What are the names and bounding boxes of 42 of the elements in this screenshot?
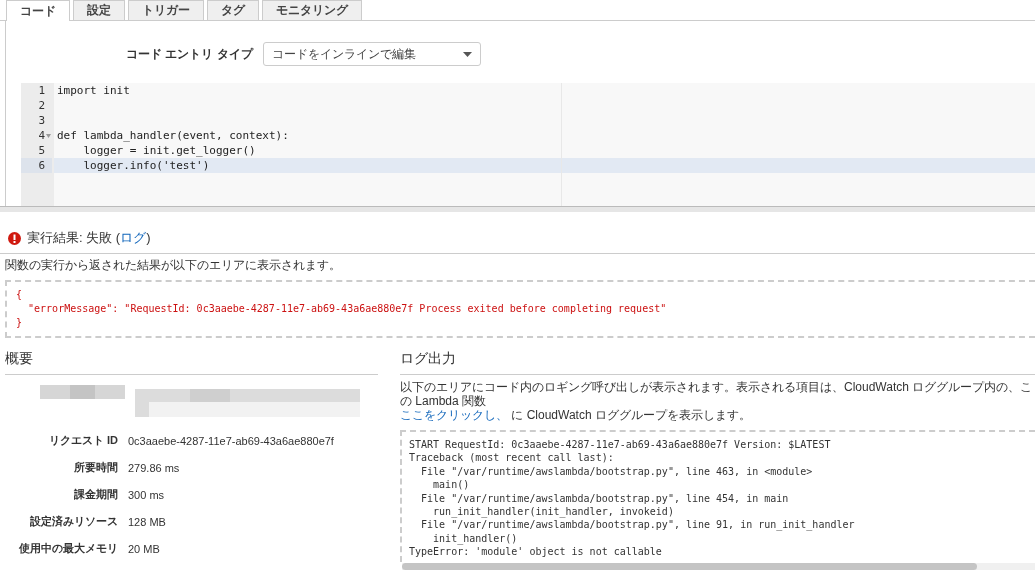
tab[interactable]: コード bbox=[6, 0, 70, 21]
code-line: def lambda_handler(event, context): bbox=[56, 128, 289, 143]
entry-type-label: コード エントリ タイプ bbox=[126, 45, 253, 63]
tab[interactable]: トリガー bbox=[128, 0, 204, 20]
summary-label: リクエスト ID bbox=[47, 433, 119, 448]
error-icon bbox=[8, 231, 21, 245]
summary-value: 128 MB bbox=[128, 515, 166, 528]
tab[interactable]: 設定 bbox=[73, 0, 125, 20]
tab[interactable]: タグ bbox=[207, 0, 259, 20]
code-line: logger.info('test') bbox=[82, 158, 210, 173]
summary-label: 使用中の最大メモリ bbox=[18, 541, 119, 556]
summary-value: 0c3aaebe-4287-11e7-ab69-43a6ae880e7f bbox=[128, 434, 334, 447]
code-line: logger = init.get_logger() bbox=[82, 143, 256, 158]
log-description: 以下のエリアにコード内のロギング呼び出しが表示されます。表示される項目は、CloudWatch ロググループ内の、この Lambda 関数 bbox=[400, 380, 1034, 408]
caret-icon bbox=[462, 51, 472, 57]
summary-label: 設定済みリソース bbox=[29, 514, 119, 529]
resize-handle[interactable] bbox=[0, 206, 1035, 212]
summary-value: 279.86 ms bbox=[128, 461, 180, 474]
line-number: 2 bbox=[38, 98, 45, 113]
summary-value: 300 ms bbox=[128, 488, 165, 501]
summary-label: 所要時間 bbox=[73, 460, 119, 475]
result-title: 実行結果: 失敗 (ログ) bbox=[27, 229, 151, 247]
line-number: 1 bbox=[38, 83, 45, 98]
fold-icon[interactable] bbox=[46, 133, 51, 138]
line-number: 4 bbox=[38, 128, 45, 143]
result-description: 関数の実行から返された結果が以下のエリアに表示されます。 bbox=[5, 257, 342, 274]
horizontal-scrollbar[interactable] bbox=[402, 563, 1035, 570]
cloudwatch-link[interactable]: ここをクリックし、 bbox=[400, 408, 508, 422]
code-line: import init bbox=[56, 83, 130, 98]
log-link[interactable]: ログ bbox=[120, 230, 147, 245]
summary-label: 課金期間 bbox=[73, 487, 119, 502]
log-description: に CloudWatch ロググループを表示します。 bbox=[510, 408, 751, 422]
result-output: { "errorMessage": "RequestId: 0c3aaebe-4287-11e7-ab69-43a6ae880e7f Process exited before completing request" } bbox=[5, 280, 1035, 338]
entry-type-select[interactable]: コードをインラインで編集 bbox=[262, 42, 481, 66]
line-number: 3 bbox=[38, 113, 45, 128]
summary-heading: 概要 bbox=[5, 350, 378, 375]
code-editor[interactable]: 1 2 3 4 5 6 import init def lambda_handler(event, context): logger = init.get_logger() logger.info('test') bbox=[21, 83, 1035, 206]
line-number: 5 bbox=[38, 143, 45, 158]
log-heading: ログ出力 bbox=[400, 350, 1035, 375]
summary-value: 20 MB bbox=[128, 542, 160, 555]
line-number: 6 bbox=[38, 158, 45, 173]
tab[interactable]: モニタリング bbox=[262, 0, 362, 20]
